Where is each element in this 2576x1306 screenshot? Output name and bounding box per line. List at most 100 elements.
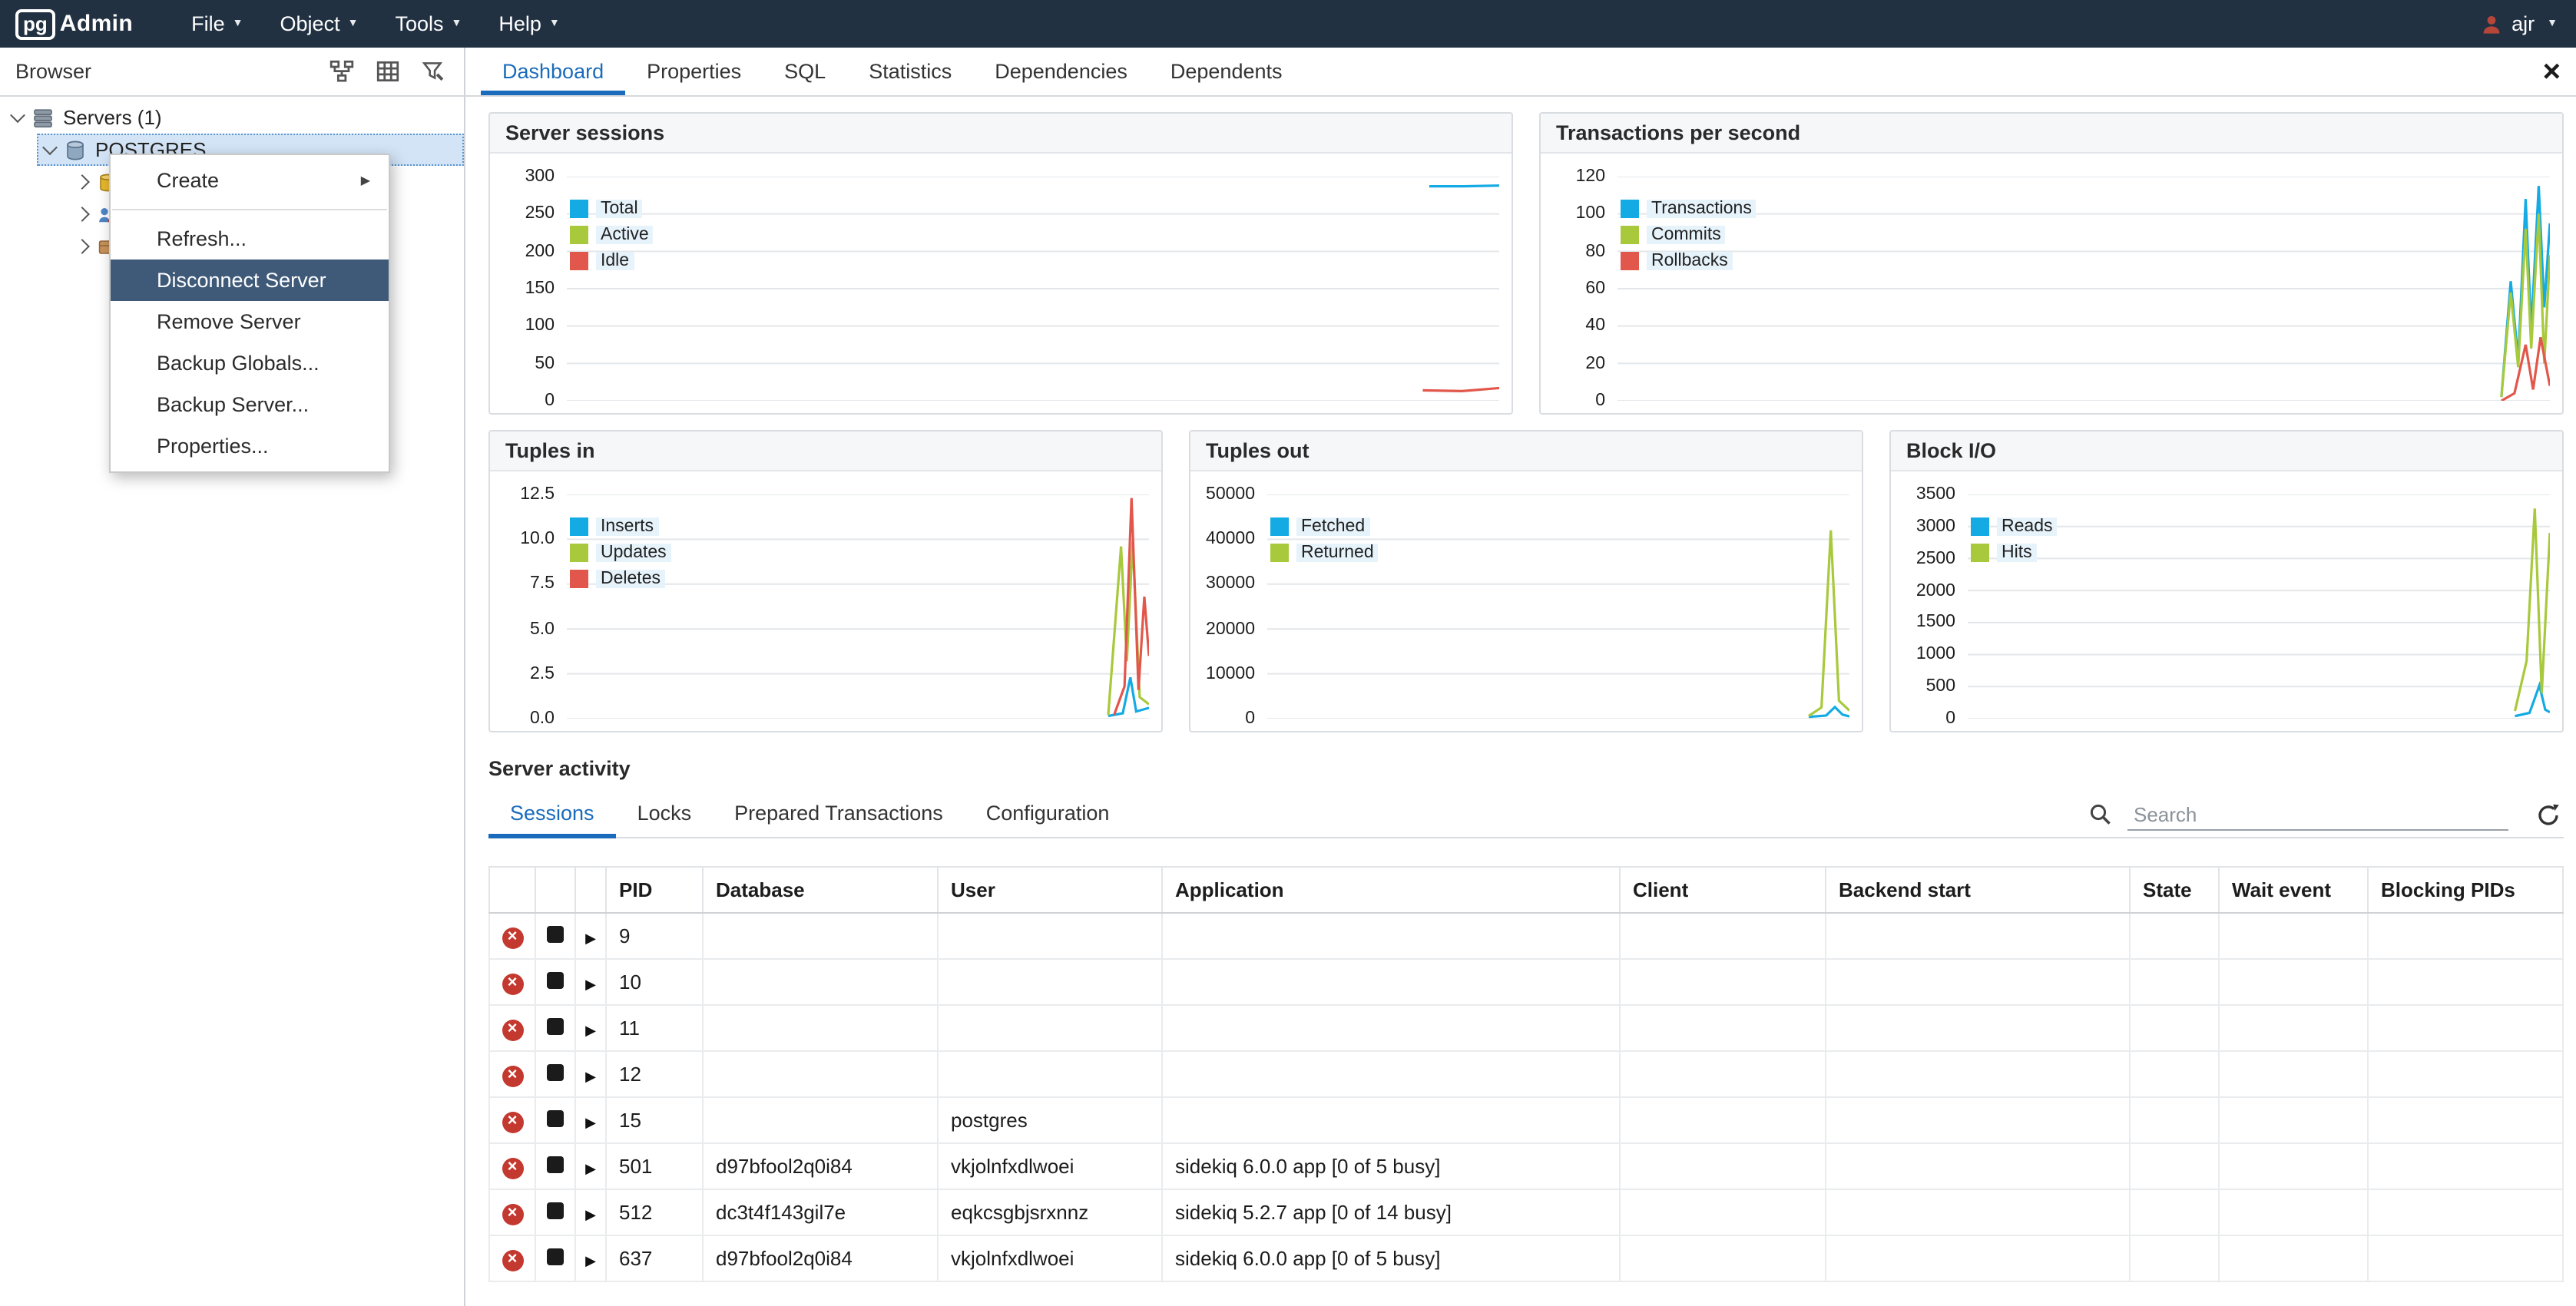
chevron-right-icon[interactable]: [74, 207, 90, 222]
context-menu-item-create[interactable]: Create▶: [111, 160, 389, 201]
filter-icon[interactable]: [418, 56, 449, 87]
legend-label: Transactions: [1647, 199, 1757, 217]
menu-file[interactable]: File▼: [173, 0, 261, 48]
cell-wait_event: [2219, 959, 2368, 1005]
legend-swatch: [1971, 543, 1989, 561]
refresh-icon[interactable]: [2536, 802, 2561, 827]
user-menu[interactable]: ajr ▼: [2481, 12, 2558, 35]
terminate-session-icon[interactable]: ×: [502, 1112, 523, 1133]
session-row[interactable]: ×▶512dc3t4f143gil7eeqkcsgbjsrxnnzsidekiq…: [489, 1189, 2563, 1235]
legend-item-deletes: Deletes: [570, 565, 671, 591]
y-tick-label: 3000: [1891, 516, 1955, 537]
tab-statistics[interactable]: Statistics: [847, 48, 973, 95]
expand-row-icon[interactable]: ▶: [585, 1207, 596, 1222]
expand-row-icon[interactable]: ▶: [585, 977, 596, 992]
tab-sql[interactable]: SQL: [763, 48, 847, 95]
tab-dependents[interactable]: Dependents: [1149, 48, 1304, 95]
panel-title: Block I/O: [1891, 431, 2562, 471]
cancel-query-icon[interactable]: [547, 926, 564, 943]
column-header-icon: [489, 867, 535, 913]
tab-dependencies[interactable]: Dependencies: [973, 48, 1149, 95]
cancel-query-icon[interactable]: [547, 1064, 564, 1081]
session-row[interactable]: ×▶15postgres: [489, 1097, 2563, 1143]
session-row[interactable]: ×▶11: [489, 1005, 2563, 1051]
cancel-query-icon[interactable]: [547, 1202, 564, 1219]
y-tick-label: 40: [1541, 316, 1605, 337]
chevron-right-icon[interactable]: [74, 239, 90, 254]
column-header-database[interactable]: Database: [703, 867, 938, 913]
expand-row-icon[interactable]: ▶: [585, 1115, 596, 1130]
tree-item-servers[interactable]: Servers (1): [0, 101, 464, 134]
dashboard-panel-block-i-o: Block I/O3500300025002000150010005000Rea…: [1889, 430, 2564, 732]
search-input[interactable]: [2127, 799, 2508, 830]
terminate-session-icon[interactable]: ×: [502, 1204, 523, 1225]
session-row[interactable]: ×▶637d97bfool2q0i84vkjolnfxdlwoeisidekiq…: [489, 1235, 2563, 1281]
session-row[interactable]: ×▶501d97bfool2q0i84vkjolnfxdlwoeisidekiq…: [489, 1143, 2563, 1189]
cancel-query-icon[interactable]: [547, 1110, 564, 1127]
tree-icon[interactable]: [326, 56, 356, 87]
column-header-blocking-pids[interactable]: Blocking PIDs: [2368, 867, 2563, 913]
close-icon[interactable]: ×: [2543, 56, 2561, 87]
column-header-application[interactable]: Application: [1162, 867, 1620, 913]
session-row[interactable]: ×▶10: [489, 959, 2563, 1005]
context-menu-item-backup-globals[interactable]: Backup Globals...: [111, 342, 389, 384]
cancel-query-icon[interactable]: [547, 972, 564, 989]
y-tick-label: 2500: [1891, 547, 1955, 569]
context-menu-item-disconnect-server[interactable]: Disconnect Server: [111, 260, 389, 301]
column-header-client[interactable]: Client: [1620, 867, 1826, 913]
chevron-right-icon[interactable]: [74, 174, 90, 190]
terminate-session-icon[interactable]: ×: [502, 974, 523, 995]
menu-tools[interactable]: Tools▼: [376, 0, 480, 48]
activity-tab-sessions[interactable]: Sessions: [488, 792, 616, 838]
menu-label: Help: [498, 12, 541, 35]
menu-help[interactable]: Help▼: [480, 0, 578, 48]
terminate-session-icon[interactable]: ×: [502, 1158, 523, 1179]
cell-database: d97bfool2q0i84: [703, 1143, 938, 1189]
terminate-session-icon[interactable]: ×: [502, 1066, 523, 1087]
legend-label: Fetched: [1296, 517, 1369, 535]
cell-blocking_pids: [2368, 1097, 2563, 1143]
legend-label: Inserts: [596, 517, 658, 535]
column-header-user[interactable]: User: [938, 867, 1162, 913]
cell-state: [2130, 1235, 2219, 1281]
session-row[interactable]: ×▶9: [489, 913, 2563, 959]
cancel-query-icon[interactable]: [547, 1018, 564, 1035]
cell-client: [1620, 1051, 1826, 1097]
activity-tab-locks[interactable]: Locks: [616, 792, 714, 838]
activity-tab-prepared-transactions[interactable]: Prepared Transactions: [713, 792, 965, 838]
user-name: ajr: [2511, 12, 2535, 35]
expand-row-icon[interactable]: ▶: [585, 1023, 596, 1038]
y-tick-label: 60: [1541, 278, 1605, 299]
cell-wait_event: [2219, 1051, 2368, 1097]
cell-user: [938, 913, 1162, 959]
expand-row-icon[interactable]: ▶: [585, 1161, 596, 1176]
grid-icon[interactable]: [372, 56, 402, 87]
column-header-state[interactable]: State: [2130, 867, 2219, 913]
expand-row-icon[interactable]: ▶: [585, 1069, 596, 1084]
context-menu-item-properties[interactable]: Properties...: [111, 425, 389, 467]
terminate-session-icon[interactable]: ×: [502, 1250, 523, 1271]
column-header-backend-start[interactable]: Backend start: [1826, 867, 2130, 913]
column-header-pid[interactable]: PID: [606, 867, 703, 913]
cell-blocking_pids: [2368, 1143, 2563, 1189]
expand-row-icon[interactable]: ▶: [585, 931, 596, 946]
chevron-down-icon[interactable]: [42, 140, 58, 155]
context-menu-item-refresh[interactable]: Refresh...: [111, 218, 389, 260]
terminate-session-icon[interactable]: ×: [502, 927, 523, 949]
context-menu-item-remove-server[interactable]: Remove Server: [111, 301, 389, 342]
column-header-wait-event[interactable]: Wait event: [2219, 867, 2368, 913]
session-row[interactable]: ×▶12: [489, 1051, 2563, 1097]
cell-wait_event: [2219, 1097, 2368, 1143]
tab-dashboard[interactable]: Dashboard: [481, 48, 625, 95]
context-menu-item-backup-server[interactable]: Backup Server...: [111, 384, 389, 425]
terminate-session-icon[interactable]: ×: [502, 1020, 523, 1041]
cancel-query-icon[interactable]: [547, 1248, 564, 1265]
chevron-down-icon[interactable]: [10, 107, 25, 123]
menu-object[interactable]: Object▼: [262, 0, 377, 48]
chart-legend: ReadsHits: [1971, 513, 2058, 565]
tab-properties[interactable]: Properties: [625, 48, 763, 95]
expand-row-icon[interactable]: ▶: [585, 1253, 596, 1268]
cell-backend_start: [1826, 959, 2130, 1005]
activity-tab-configuration[interactable]: Configuration: [965, 792, 1131, 838]
cancel-query-icon[interactable]: [547, 1156, 564, 1173]
